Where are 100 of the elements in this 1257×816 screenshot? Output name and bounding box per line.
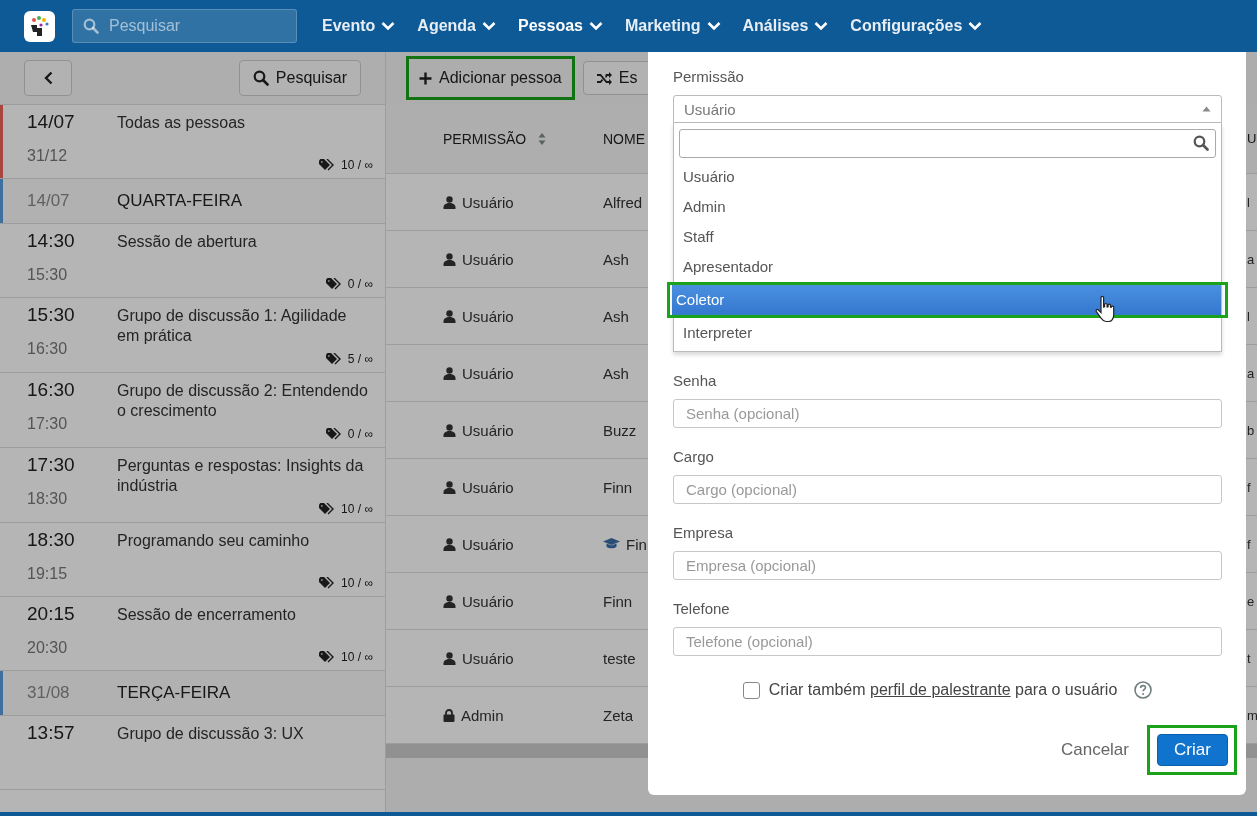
search-button[interactable]: Pesquisar — [238, 60, 361, 96]
chevron-left-icon — [43, 71, 53, 85]
user-icon — [443, 537, 456, 551]
chevron-down-icon — [482, 21, 496, 31]
sort-icon — [538, 131, 547, 146]
session-item[interactable]: 18:30 19:15 Programando seu caminho 10 / ∞ — [0, 523, 385, 597]
day-header[interactable]: 31/08 TERÇA-FEIRA — [0, 671, 385, 716]
table-cell: Finn — [603, 592, 633, 610]
table-cell: f — [1247, 536, 1251, 552]
session-item[interactable]: 13:57 Grupo de discussão 3: UX — [0, 716, 385, 790]
nav-menu-item[interactable]: Pessoas — [518, 17, 603, 35]
start-time: 15:30 — [27, 304, 76, 327]
ticket-count: 5 / ∞ — [347, 352, 373, 366]
tags-icon — [319, 159, 336, 171]
user-icon — [443, 480, 456, 494]
start-time: 18:30 — [27, 529, 76, 552]
back-button[interactable] — [24, 60, 72, 96]
item-title: Grupo de discussão 3: UX — [117, 724, 305, 744]
dropdown-option[interactable]: Apresentador — [679, 252, 1216, 282]
field-label: Cargo — [673, 448, 715, 465]
tags-icon — [325, 278, 342, 290]
ticket-count: 0 / ∞ — [347, 427, 373, 441]
dropdown-option[interactable]: Admin — [679, 192, 1216, 222]
dropdown-search-field[interactable] — [679, 129, 1216, 158]
item-title: TERÇA-FEIRA — [117, 683, 232, 703]
pointer-cursor-icon — [1095, 295, 1117, 325]
input-field[interactable]: Empresa (opcional) — [673, 551, 1222, 580]
input-field[interactable]: Cargo (opcional) — [673, 475, 1222, 504]
end-time: 16:30 — [27, 340, 69, 358]
table-cell: Finn — [603, 478, 633, 496]
table-cell: m — [1247, 707, 1257, 723]
nav-menu-item[interactable]: Evento — [322, 17, 396, 35]
cancel-link[interactable]: Cancelar — [1060, 740, 1129, 760]
table-cell: Buzz — [603, 421, 637, 439]
chevron-down-icon — [588, 21, 603, 31]
item-title: Todas as pessoas — [117, 113, 247, 133]
session-item[interactable]: 16:30 17:30 Grupo de discussão 2: Entendendo o crescimento 0 / ∞ — [0, 373, 385, 448]
nav-menu-item[interactable]: Análises — [742, 17, 829, 35]
user-icon — [443, 366, 456, 380]
table-cell: Usuário — [462, 592, 514, 610]
session-item[interactable]: 14:30 15:30 Sessão de abertura 0 / ∞ — [0, 224, 385, 298]
add-person-button[interactable]: Adicionar pessoa — [417, 61, 564, 95]
user-icon — [443, 423, 456, 437]
nav-menu-item[interactable]: Configurações — [850, 17, 983, 35]
item-title: Grupo de discussão 1: Agilidade em prática — [117, 306, 348, 346]
checkbox[interactable] — [742, 681, 760, 699]
user-icon — [443, 195, 456, 209]
item-title: Sessão de encerramento — [117, 605, 297, 625]
input-field[interactable]: Telefone (opcional) — [673, 627, 1222, 656]
dropdown-option[interactable]: Usuário — [679, 162, 1216, 192]
field-label: Senha — [673, 372, 718, 389]
start-time: 20:15 — [27, 603, 76, 626]
session-item[interactable]: 15:30 16:30 Grupo de discussão 1: Agilidade em prática 5 / ∞ — [0, 298, 385, 373]
logo-icon — [24, 10, 55, 42]
table-cell: e — [1247, 593, 1255, 609]
create-button[interactable]: Criar — [1157, 734, 1228, 766]
chevron-down-icon — [968, 21, 983, 31]
table-cell: Alfred — [603, 193, 643, 211]
table-cell: l — [1247, 194, 1250, 210]
date-text: 14/07 — [27, 191, 71, 211]
table-cell: a — [1247, 365, 1255, 381]
nav-menu-item[interactable]: Marketing — [624, 17, 721, 35]
table-cell: f — [1247, 479, 1251, 495]
chevron-down-icon — [706, 21, 721, 31]
column-header[interactable]: PERMISSÃO — [443, 130, 527, 147]
table-cell: Usuário — [462, 649, 514, 667]
speaker-profile-link[interactable]: perfil de palestrante — [870, 681, 1011, 698]
help-icon — [1134, 681, 1153, 699]
input-field[interactable]: Senha (opcional) — [673, 399, 1222, 428]
start-time: 14/07 — [27, 111, 76, 134]
tags-icon — [319, 503, 336, 515]
dropdown-option[interactable]: Interpreter — [679, 318, 1216, 348]
end-time: 17:30 — [27, 415, 69, 433]
end-time: 31/12 — [27, 147, 69, 165]
user-icon — [443, 651, 456, 665]
field-label: Permissão — [673, 68, 745, 85]
tags-icon — [319, 577, 336, 589]
search-icon — [1193, 135, 1209, 151]
table-cell: Usuário — [462, 307, 514, 325]
ticket-count: 10 / ∞ — [341, 158, 373, 172]
session-item[interactable]: 17:30 18:30 Perguntas e respostas: Insights da indústria 10 / ∞ — [0, 448, 385, 523]
permission-select[interactable]: Usuário — [673, 95, 1222, 123]
column-header[interactable]: U — [1247, 131, 1257, 146]
ticket-count: 10 / ∞ — [341, 650, 373, 664]
start-time: 14:30 — [27, 230, 76, 253]
dropdown-option[interactable]: Staff — [679, 222, 1216, 252]
ticket-count: 10 / ∞ — [341, 502, 373, 516]
lock-icon — [443, 708, 455, 722]
item-title: Programando seu caminho — [117, 531, 311, 551]
table-cell: teste — [603, 649, 636, 667]
search-icon — [83, 18, 99, 34]
tags-icon — [325, 428, 342, 440]
item-title: QUARTA-FEIRA — [117, 191, 243, 211]
nav-menu-item[interactable]: Agenda — [417, 17, 496, 35]
day-header[interactable]: 14/07 QUARTA-FEIRA — [0, 179, 385, 224]
column-header[interactable]: NOME — [603, 130, 645, 147]
end-time: 20:30 — [27, 639, 69, 657]
checkbox-label: Criar também perfil de palestrante para o usuário — [768, 681, 1118, 699]
chevron-down-icon — [814, 21, 829, 31]
dropdown-option[interactable]: Coletor — [672, 285, 1221, 315]
